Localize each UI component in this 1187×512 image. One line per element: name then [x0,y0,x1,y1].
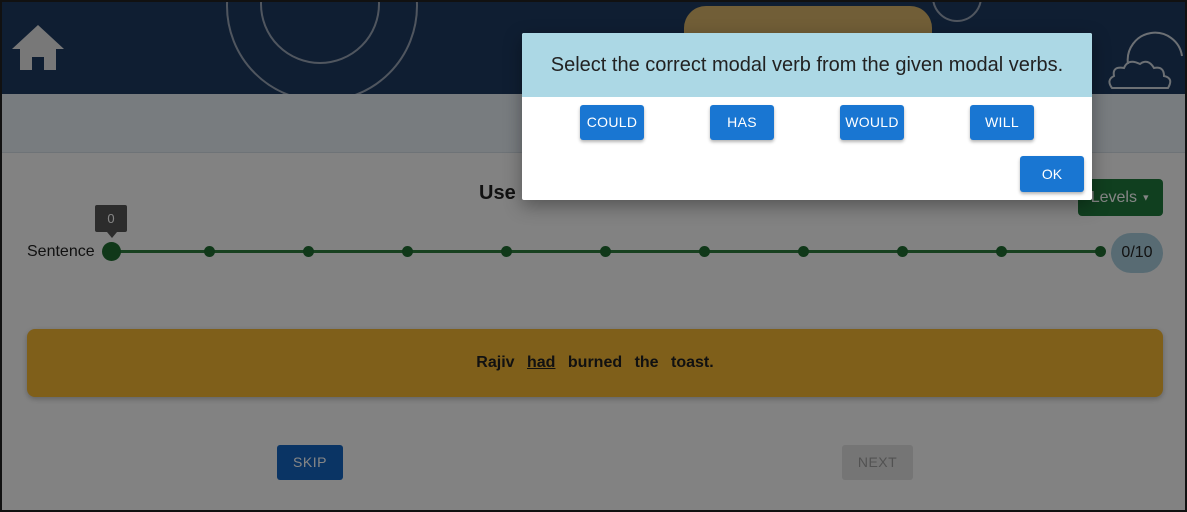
modal-dialog: Select the correct modal verb from the g… [522,33,1092,200]
option-has-button[interactable]: HAS [710,105,774,140]
app-frame: Use Levels ▼ Sentence 0 0/10 Rajiv had b… [0,0,1187,512]
dialog-prompt: Select the correct modal verb from the g… [522,33,1092,97]
option-will-button[interactable]: WILL [970,105,1034,140]
ok-button[interactable]: OK [1020,156,1084,192]
option-could-button[interactable]: COULD [580,105,644,140]
option-would-button[interactable]: WOULD [840,105,904,140]
